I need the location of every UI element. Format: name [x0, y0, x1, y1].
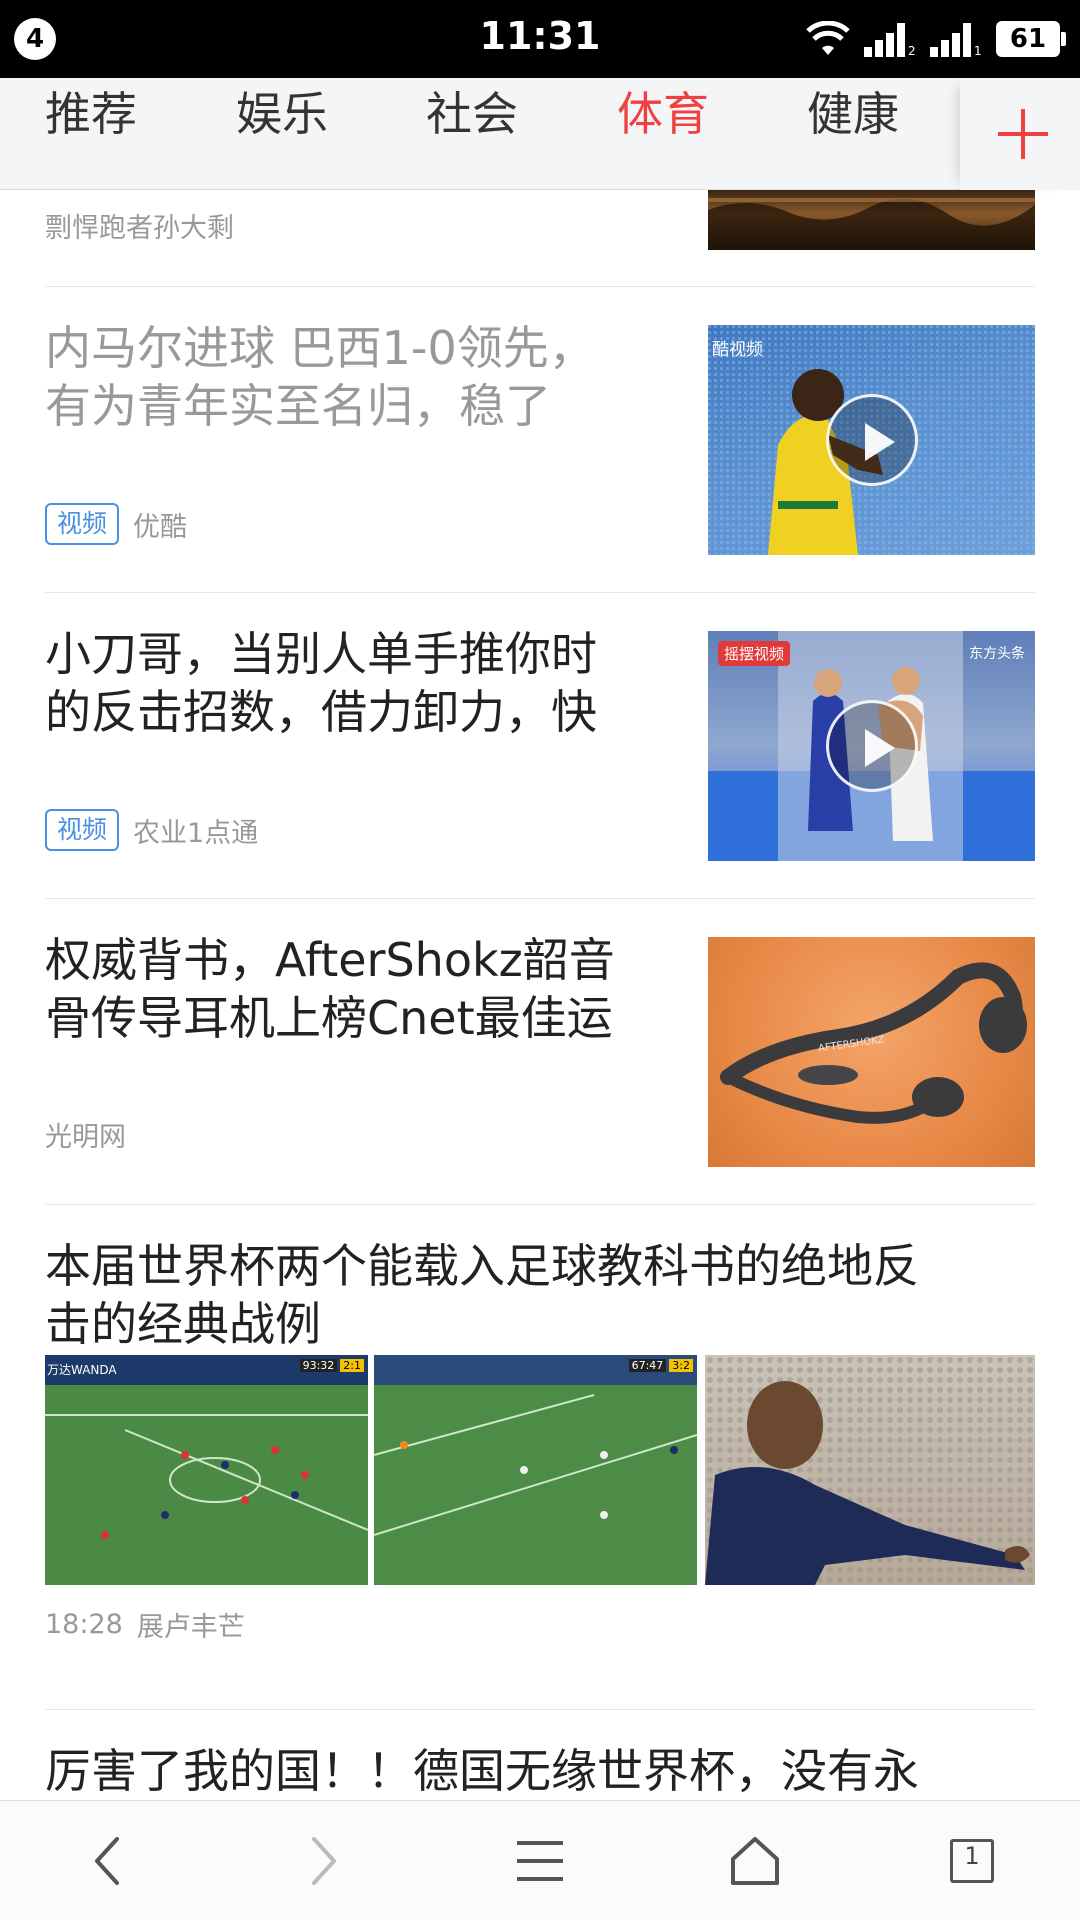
article-thumbnail: AFTERSHOKZ	[708, 937, 1035, 1167]
list-item[interactable]: 权威背书，AfterShokz韶音 骨传导耳机上榜Cnet最佳运 光明网 AFT…	[45, 899, 1035, 1204]
svg-text:1: 1	[974, 44, 982, 57]
list-item[interactable]: 内马尔进球 巴西1-0领先， 有为青年实至名归，稳了 视频 优酷 酷视频	[45, 287, 1035, 592]
thumbnail-watermark: 摇摆视频	[718, 641, 791, 666]
article-source: 光明网	[45, 1122, 126, 1153]
article-image-1: 万达WANDA 93:32 2:1	[45, 1355, 368, 1585]
menu-icon	[517, 1841, 563, 1881]
article-title: 本届世界杯两个能载入足球教科书的绝地反 击的经典战例	[45, 1239, 919, 1351]
article-image-3	[705, 1355, 1035, 1585]
article-meta: 视频 农业1点通	[45, 809, 258, 851]
back-icon	[95, 1837, 119, 1885]
article-source: 展卢丰芒	[136, 1612, 245, 1643]
article-time: 18:28	[45, 1609, 123, 1640]
list-item[interactable]: 小刀哥，当别人单手推你时 的反击招数，借力卸力，快 视频 农业1点通 摇摆视频 …	[45, 593, 1035, 898]
tabs-button[interactable]: 1	[912, 1801, 1032, 1920]
list-item[interactable]: 本届世界杯两个能载入足球教科书的绝地反 击的经典战例 万达WANDA 93:32…	[45, 1205, 1035, 1699]
tab-sports[interactable]: 体育	[617, 78, 709, 190]
play-icon	[825, 394, 918, 486]
video-thumbnail[interactable]: 酷视频	[708, 325, 1035, 555]
list-item[interactable]: 剽悍跑者孙大剩	[45, 190, 1035, 286]
article-meta: 18:28 展卢丰芒	[45, 1605, 245, 1644]
match-clock: 67:47	[628, 1359, 667, 1372]
svg-text:2: 2	[908, 44, 916, 57]
signal-sim2-icon: 2	[864, 23, 916, 57]
news-feed[interactable]: 剽悍跑者孙大剩 内马尔进球 巴西1-0领先， 有为青年实至名归，稳了 视频 优酷	[0, 190, 1080, 1800]
list-item[interactable]: 厉害了我的国！！德国无缘世界杯，没有永	[45, 1710, 1035, 1800]
article-image-2: 67:47 3:2	[374, 1355, 697, 1585]
article-title: 厉害了我的国！！德国无缘世界杯，没有永	[45, 1744, 919, 1798]
match-score: 3:2	[669, 1359, 693, 1372]
battery-icon: 61	[996, 21, 1066, 57]
match-score: 2:1	[340, 1359, 364, 1372]
video-thumbnail[interactable]: 摇摆视频 东方头条	[708, 631, 1035, 861]
tab-society[interactable]: 社会	[426, 78, 518, 190]
article-title: 小刀哥，当别人单手推你时 的反击招数，借力卸力，快	[45, 627, 597, 739]
tab-health[interactable]: 健康	[807, 78, 899, 190]
article-thumbnail	[708, 190, 1035, 250]
add-channel-button[interactable]	[960, 78, 1080, 190]
signal-sim1-icon: 1	[930, 23, 982, 57]
forward-button[interactable]	[264, 1801, 384, 1920]
home-icon	[731, 1837, 779, 1885]
thumbnail-watermark: 东方头条	[969, 646, 1025, 662]
sponsor-banner: 万达WANDA	[47, 1363, 117, 1377]
article-source: 农业1点通	[133, 817, 259, 849]
tabs-icon: 1	[950, 1839, 994, 1883]
scoreboard: 67:47 3:2	[628, 1359, 693, 1372]
forward-icon	[312, 1837, 336, 1885]
article-source: 优酷	[133, 511, 188, 543]
tab-count: 1	[964, 1842, 980, 1870]
browser-bottom-nav: 1	[0, 1800, 1080, 1920]
tab-recommend[interactable]: 推荐	[45, 78, 137, 190]
home-button[interactable]	[695, 1801, 815, 1920]
status-icons: 2 1 61	[806, 16, 1066, 62]
thumbnail-watermark: 酷视频	[712, 340, 763, 360]
category-tab-bar: 推荐 娱乐 社会 体育 健康	[0, 78, 1080, 190]
back-button[interactable]	[47, 1801, 167, 1920]
article-source: 剽悍跑者孙大剩	[45, 213, 234, 244]
article-title: 内马尔进球 巴西1-0领先， 有为青年实至名归，稳了	[45, 321, 595, 433]
play-icon	[825, 700, 918, 792]
menu-button[interactable]	[480, 1801, 600, 1920]
status-bar: 4 11:31 2 1 61	[0, 0, 1080, 78]
article-meta: 光明网	[45, 1115, 126, 1154]
article-title: 权威背书，AfterShokz韶音 骨传导耳机上榜Cnet最佳运	[45, 933, 615, 1045]
wifi-icon	[806, 21, 850, 55]
scoreboard: 93:32 2:1	[299, 1359, 364, 1372]
article-meta: 视频 优酷	[45, 503, 187, 545]
article-meta: 剽悍跑者孙大剩	[45, 206, 234, 245]
video-tag: 视频	[45, 503, 120, 545]
match-clock: 93:32	[299, 1359, 338, 1372]
video-tag: 视频	[45, 809, 120, 851]
tab-entertainment[interactable]: 娱乐	[236, 78, 328, 190]
